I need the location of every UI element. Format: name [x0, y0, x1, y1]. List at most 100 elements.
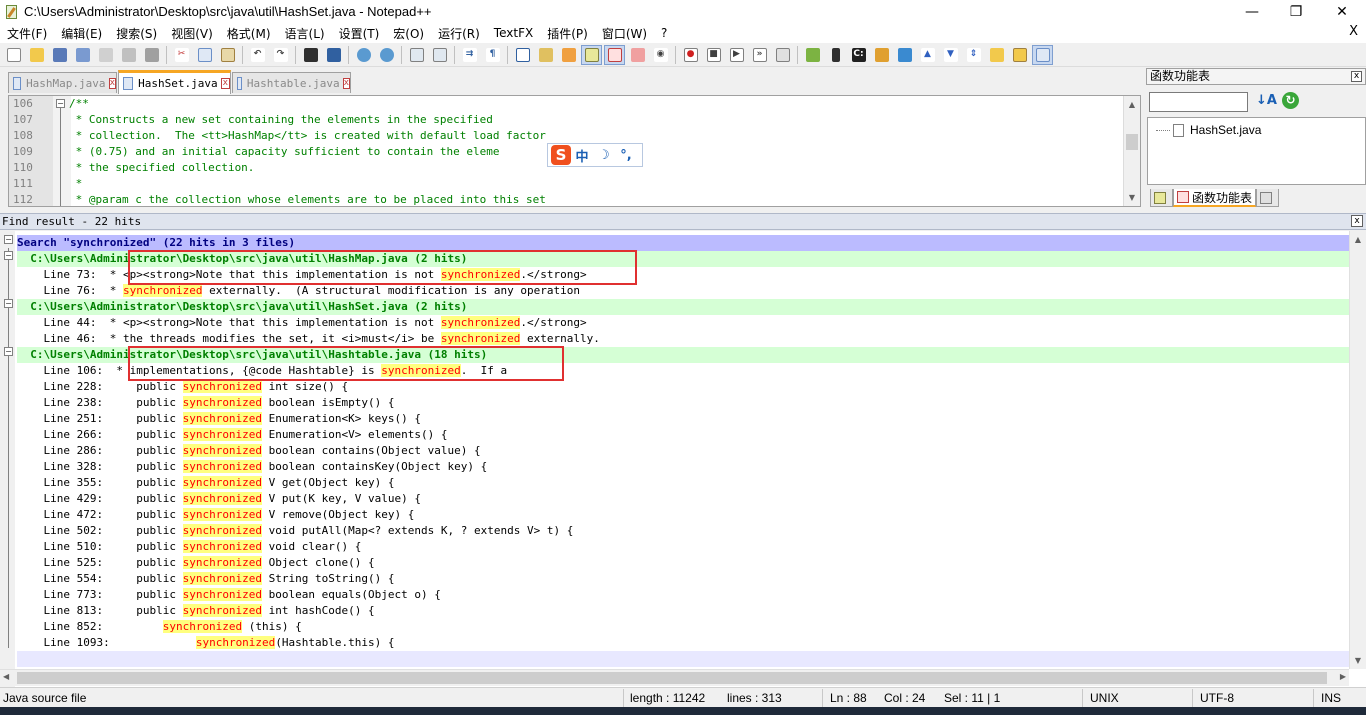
monitor-icon[interactable] [627, 45, 648, 65]
tree-item[interactable]: HashSet.java [1156, 123, 1261, 137]
copy-icon[interactable] [194, 45, 215, 65]
menu-file[interactable]: 文件(F) [0, 25, 54, 42]
status-encoding[interactable]: UTF-8 [1200, 690, 1234, 706]
sogou-logo-icon[interactable]: S [551, 145, 571, 165]
print-icon[interactable] [141, 45, 162, 65]
menu-settings[interactable]: 设置(T) [332, 25, 387, 42]
scroll-left-icon[interactable]: ◀ [3, 672, 9, 681]
search-hit-line[interactable]: Line 554: public synchronized String toS… [17, 571, 1362, 587]
ime-halfwidth-icon[interactable]: ☽ [593, 148, 615, 163]
tab-hashset[interactable]: HashSet.java x [118, 70, 231, 94]
search-hit-line[interactable]: Line 1093: synchronized(Hashtable.this) … [17, 635, 1362, 651]
redo-icon[interactable]: ↷ [270, 45, 291, 65]
word-wrap-icon[interactable]: ⇉ [459, 45, 480, 65]
paste-icon[interactable] [217, 45, 238, 65]
panel-tab-function-list[interactable]: 函数功能表 [1173, 189, 1257, 207]
search-hit-line[interactable]: Line 813: public synchronized int hashCo… [17, 603, 1362, 619]
search-hit-line[interactable]: Line 238: public synchronized boolean is… [17, 395, 1362, 411]
udl-icon[interactable] [535, 45, 556, 65]
fold-toggle-icon[interactable]: − [4, 299, 13, 308]
menu-textfx[interactable]: TextFX [487, 26, 540, 40]
fold-toggle-icon[interactable]: − [4, 251, 13, 260]
menu-format[interactable]: 格式(M) [220, 25, 278, 42]
status-insert-mode[interactable]: INS [1321, 690, 1341, 706]
stop-record-icon[interactable]: ■ [703, 45, 724, 65]
panel-icon[interactable] [1032, 44, 1053, 65]
open-file-icon[interactable] [26, 45, 47, 65]
ime-language-toggle[interactable]: 中 [571, 146, 593, 165]
close-icon[interactable] [95, 45, 116, 65]
doc-map-icon[interactable] [558, 45, 579, 65]
fold-toggle-icon[interactable]: − [4, 235, 13, 244]
folder-open-icon[interactable] [986, 45, 1007, 65]
sync-horizontal-icon[interactable] [429, 45, 450, 65]
run-macro-multiple-icon[interactable]: » [749, 45, 770, 65]
phone-icon[interactable] [825, 45, 846, 65]
find-result-vertical-scrollbar[interactable]: ▲ ▼ [1349, 231, 1366, 669]
search-summary-line[interactable]: Search "synchronized" (22 hits in 3 file… [17, 235, 1362, 251]
arrow-up-icon[interactable]: ▲ [917, 45, 938, 65]
scroll-thumb[interactable] [17, 672, 1327, 684]
search-hit-line[interactable]: Line 773: public synchronized boolean eq… [17, 587, 1362, 603]
menu-window[interactable]: 窗口(W) [595, 25, 654, 42]
search-hit-line[interactable]: Line 472: public synchronized V remove(O… [17, 507, 1362, 523]
sort-icon[interactable]: ↓A [1256, 93, 1277, 108]
menu-macro[interactable]: 宏(O) [386, 25, 431, 42]
menu-search[interactable]: 搜索(S) [109, 25, 164, 42]
menu-plugins[interactable]: 插件(P) [540, 25, 595, 42]
fold-toggle-icon[interactable]: − [4, 347, 13, 356]
scroll-right-icon[interactable]: ▶ [1340, 672, 1346, 681]
folder-workspace-icon[interactable] [604, 44, 625, 65]
tab-close-icon[interactable]: x [342, 77, 350, 89]
new-file-icon[interactable] [3, 45, 24, 65]
scroll-thumb[interactable] [1126, 134, 1138, 150]
search-hit-line[interactable]: Line 76: * synchronized externally. (A s… [17, 283, 1362, 299]
scroll-up-icon[interactable]: ▲ [1124, 96, 1140, 113]
menu-language[interactable]: 语言(L) [278, 25, 332, 42]
find-result-panel[interactable]: Search "synchronized" (22 hits in 3 file… [0, 231, 1366, 687]
refresh-icon[interactable]: ↻ [1282, 92, 1299, 109]
search-hit-line[interactable]: Line 525: public synchronized Object clo… [17, 555, 1362, 571]
close-document-button[interactable]: X [1349, 24, 1358, 39]
console-icon[interactable]: C: [848, 45, 869, 65]
compare-icon[interactable]: ⇕ [963, 45, 984, 65]
panel-close-icon[interactable]: x [1351, 71, 1362, 82]
minimize-button[interactable]: — [1229, 0, 1275, 23]
function-search-input[interactable] [1149, 92, 1248, 112]
ime-toolbar[interactable]: S 中 ☽ °, [547, 143, 643, 167]
save-icon[interactable] [49, 45, 70, 65]
search-hit-line[interactable]: Line 328: public synchronized boolean co… [17, 459, 1362, 475]
find-icon[interactable] [300, 45, 321, 65]
search-hit-line[interactable]: Line 46: * the threads modifies the set,… [17, 331, 1362, 347]
menu-edit[interactable]: 编辑(E) [54, 25, 109, 42]
search-hit-line[interactable]: Line 510: public synchronized void clear… [17, 539, 1362, 555]
save-all-icon[interactable] [72, 45, 93, 65]
panel-tab-other[interactable] [1256, 189, 1280, 207]
replace-icon[interactable] [323, 45, 344, 65]
panel-tab-docmap[interactable] [1150, 189, 1173, 207]
zoom-in-icon[interactable] [353, 45, 374, 65]
menu-run[interactable]: 运行(R) [431, 25, 487, 42]
function-list-icon[interactable] [581, 44, 602, 65]
menu-view[interactable]: 视图(V) [164, 25, 220, 42]
menu-help[interactable]: ? [654, 26, 674, 40]
search-hit-line[interactable]: Line 228: public synchronized int size()… [17, 379, 1362, 395]
search-hit-line[interactable]: Line 266: public synchronized Enumeratio… [17, 427, 1362, 443]
tab-close-icon[interactable]: x [108, 77, 116, 89]
file-result-header[interactable]: C:\Users\Administrator\Desktop\src\java\… [17, 299, 1362, 315]
find-result-horizontal-scrollbar[interactable]: ◀ ▶ [0, 669, 1349, 686]
save-macro-icon[interactable] [772, 45, 793, 65]
restore-button[interactable]: ❐ [1273, 0, 1319, 23]
plugin-icon[interactable] [871, 45, 892, 65]
indent-guide-icon[interactable] [512, 45, 533, 65]
arrow-down-icon[interactable]: ▼ [940, 45, 961, 65]
play-macro-icon[interactable]: ▶ [726, 45, 747, 65]
find-result-close-icon[interactable]: x [1351, 215, 1363, 227]
android-icon[interactable] [802, 45, 823, 65]
zoom-out-icon[interactable] [376, 45, 397, 65]
search-hit-line[interactable]: Line 429: public synchronized V put(K ke… [17, 491, 1362, 507]
tab-close-icon[interactable]: x [220, 78, 230, 89]
search-hit-line[interactable]: Line 44: * <p><strong>Note that this imp… [17, 315, 1362, 331]
undo-icon[interactable]: ↶ [247, 45, 268, 65]
function-tree[interactable]: HashSet.java [1147, 117, 1366, 185]
